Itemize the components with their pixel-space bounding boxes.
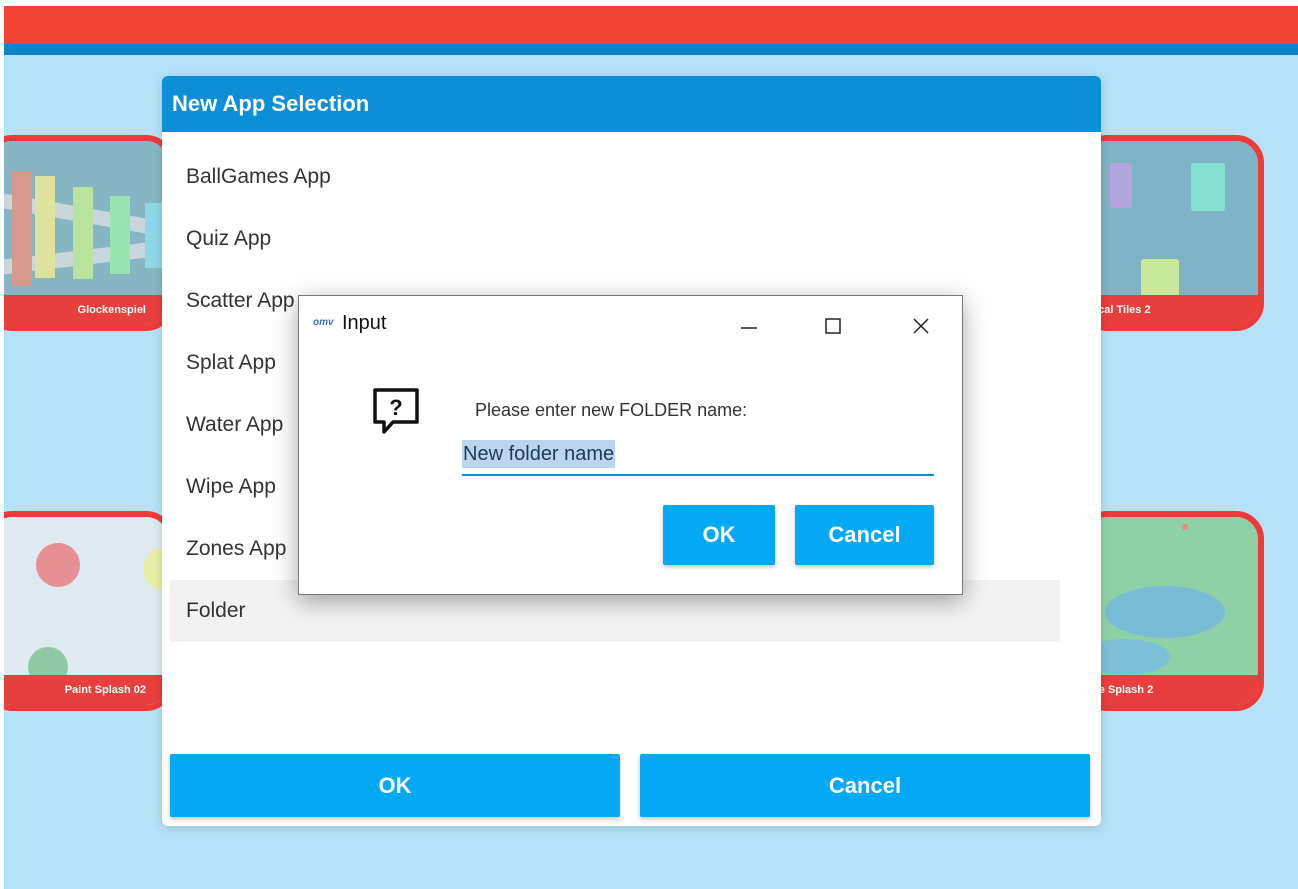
minimize-icon[interactable]	[729, 306, 769, 346]
app-logo-icon: omv	[313, 317, 334, 328]
maximize-icon[interactable]	[813, 306, 853, 346]
cancel-button[interactable]: Cancel	[795, 505, 934, 565]
question-bubble-icon: ?	[371, 386, 421, 443]
ok-button[interactable]: OK	[663, 505, 775, 565]
cancel-button[interactable]: Cancel	[640, 754, 1090, 817]
list-item-quiz-app[interactable]: Quiz App	[170, 208, 1060, 270]
app-tile-paint-splash-02[interactable]: Paint Splash 02	[4, 511, 174, 711]
tile-caption: Glockenspiel	[4, 295, 168, 325]
top-bar	[4, 6, 1298, 44]
tile-caption: Paint Splash 02	[4, 675, 168, 705]
svg-text:?: ?	[389, 395, 402, 420]
app-tile-musical-tiles-2[interactable]: sical Tiles 2	[1079, 135, 1264, 331]
list-item-ballgames-app[interactable]: BallGames App	[170, 146, 1060, 208]
app-tile-glockenspiel[interactable]: Glockenspiel	[4, 135, 174, 331]
tile-caption: dle Splash 2	[1085, 675, 1258, 705]
window-title: Input	[342, 312, 387, 334]
selected-text: New folder name	[462, 440, 616, 468]
dialog-title: New App Selection	[162, 76, 1101, 132]
prompt-text: Please enter new FOLDER name:	[475, 400, 748, 420]
title-bar[interactable]: omv Input	[299, 296, 962, 354]
app-tile-puddle-splash-2[interactable]: dle Splash 2	[1079, 511, 1264, 711]
close-icon[interactable]	[901, 306, 941, 346]
top-bar-stripe	[4, 44, 1298, 55]
tile-caption: sical Tiles 2	[1085, 295, 1258, 325]
ok-button[interactable]: OK	[170, 754, 620, 817]
input-dialog: omv Input ? Please enter new FOLDER name…	[298, 295, 963, 595]
